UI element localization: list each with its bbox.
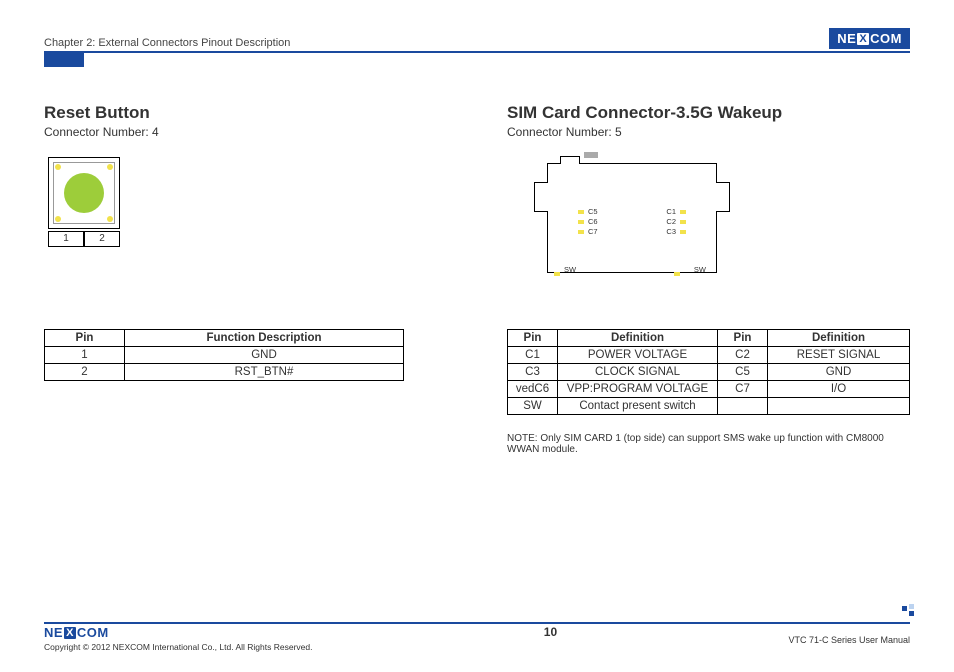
footer-brand-logo: NEXCOM	[44, 625, 312, 640]
sim-note: NOTE: Only SIM CARD 1 (top side) can sup…	[507, 433, 910, 455]
reset-pin-labels: 1 2	[48, 231, 447, 247]
reset-button-icon	[64, 173, 104, 213]
table-row: 2 RST_BTN#	[45, 364, 404, 381]
reset-title: Reset Button	[44, 103, 447, 123]
reset-diagram: 1 2	[44, 157, 447, 317]
footer-pixel-icon	[902, 604, 916, 618]
table-row: vedC6 VPP:PROGRAM VOLTAGE C7 I/O	[508, 381, 910, 398]
page-footer: NEXCOM Copyright © 2012 NEXCOM Internati…	[44, 622, 910, 652]
reset-subtitle: Connector Number: 4	[44, 125, 447, 139]
reset-button-section: Reset Button Connector Number: 4 1 2 Pin…	[44, 103, 447, 455]
table-row: 1 GND	[45, 347, 404, 364]
manual-name: VTC 71-C Series User Manual	[788, 635, 910, 645]
copyright-text: Copyright © 2012 NEXCOM International Co…	[44, 642, 312, 652]
brand-logo: NEXCOM	[829, 28, 910, 49]
page-number: 10	[544, 625, 557, 639]
chapter-title: Chapter 2: External Connectors Pinout De…	[44, 37, 290, 49]
sim-diagram: C5 C6 C7 C1 C2 C3 SW	[507, 157, 910, 317]
table-row: C3 CLOCK SIGNAL C5 GND	[508, 364, 910, 381]
sim-title: SIM Card Connector-3.5G Wakeup	[507, 103, 910, 123]
header-bar: Chapter 2: External Connectors Pinout De…	[44, 28, 910, 53]
corner-tab	[44, 53, 84, 67]
sim-pin-table: Pin Definition Pin Definition C1 POWER V…	[507, 329, 910, 415]
table-row: SW Contact present switch	[508, 398, 910, 415]
sim-subtitle: Connector Number: 5	[507, 125, 910, 139]
reset-pin-table: Pin Function Description 1 GND 2 RST_BTN…	[44, 329, 404, 381]
table-row: C1 POWER VOLTAGE C2 RESET SIGNAL	[508, 347, 910, 364]
sim-connector-section: SIM Card Connector-3.5G Wakeup Connector…	[507, 103, 910, 455]
